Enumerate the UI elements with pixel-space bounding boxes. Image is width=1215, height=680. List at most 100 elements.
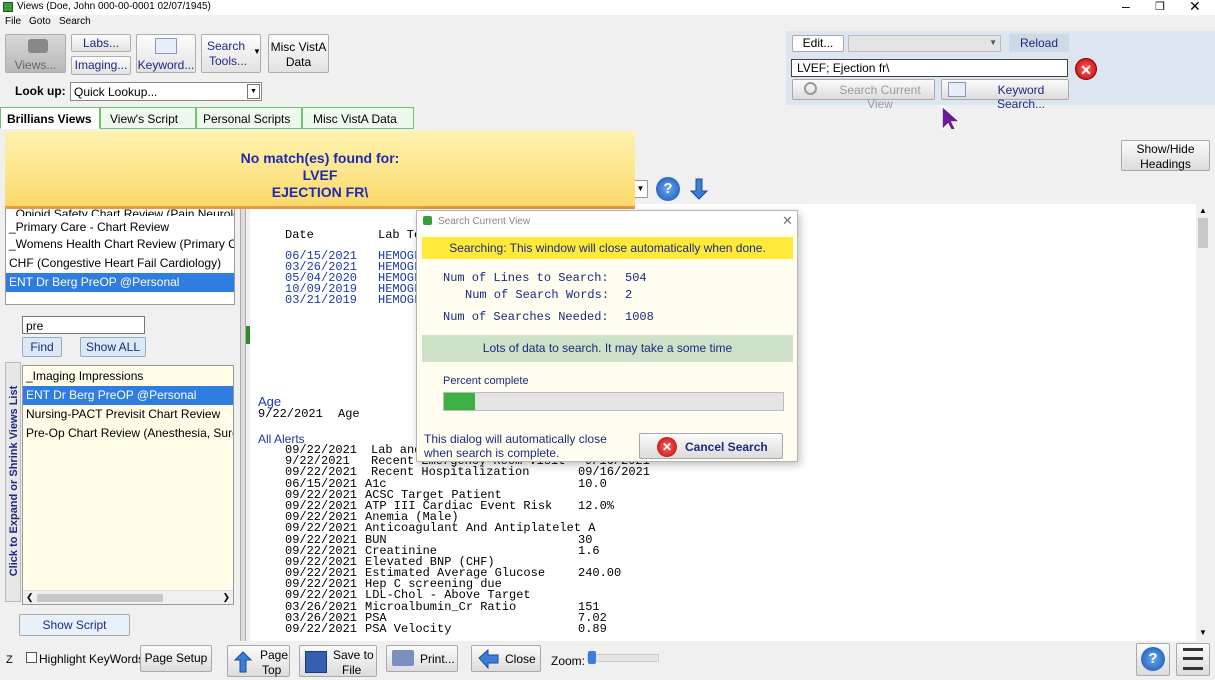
page-setup-button[interactable]: Page Setup — [140, 645, 212, 672]
edit-dropdown[interactable]: ▼ — [848, 35, 1001, 52]
scroll-thumb[interactable] — [37, 594, 163, 602]
help-button[interactable]: ? — [1136, 643, 1170, 676]
progress-fill — [444, 393, 475, 410]
dialog-title: Search Current View — [438, 216, 531, 227]
page-top-button[interactable]: Page Top — [227, 645, 290, 677]
cancel-search-button[interactable]: ✕ Cancel Search — [639, 433, 783, 459]
chevron-down-icon: ▼ — [253, 47, 261, 56]
list-item[interactable]: ENT Dr Berg PreOP @Personal — [23, 386, 233, 405]
print-label: Print... — [420, 652, 455, 666]
highlight-checkbox[interactable] — [26, 652, 37, 663]
clear-search-icon[interactable]: ✕ — [1075, 58, 1097, 80]
save-line2: File — [342, 663, 362, 677]
show-script-button[interactable]: Show Script — [19, 614, 130, 636]
tab-views-script[interactable]: View's Script — [100, 107, 196, 129]
search-input-value: LVEF; Ejection fr\ — [797, 61, 890, 75]
reload-button[interactable]: Reload — [1009, 34, 1069, 52]
tab-brillians-views[interactable]: Brillians Views — [0, 107, 100, 129]
list-item[interactable]: ENT Dr Berg PreOP @Personal — [6, 273, 234, 292]
search-input[interactable]: LVEF; Ejection fr\ — [791, 59, 1068, 77]
close-label: Close — [505, 652, 536, 666]
views-button[interactable]: Views... — [5, 34, 66, 73]
expand-shrink-toggle[interactable]: Click to Expand or Shrink Views List — [5, 362, 21, 602]
misc-vista-button[interactable]: Misc VistA Data — [268, 34, 329, 73]
find-button[interactable]: Find — [22, 337, 62, 357]
filter-input[interactable]: pre — [22, 316, 145, 334]
scroll-up-icon[interactable]: ▲ — [1199, 206, 1207, 215]
zoom-label: Zoom: — [551, 654, 586, 668]
imaging-label: Imaging... — [74, 58, 128, 72]
close-window-button[interactable]: ✕ — [1189, 0, 1201, 15]
auto-close-line1: This dialog will automatically close — [424, 432, 607, 446]
lines-label: Num of Lines to Search: — [443, 271, 609, 285]
window-title: Views (Doe, John 000-00-0001 02/07/1945) — [17, 1, 211, 12]
dialog-status: Searching: This window will close automa… — [422, 237, 793, 259]
zoom-slider[interactable] — [587, 651, 659, 664]
edit-button[interactable]: Edit... — [792, 35, 844, 52]
print-button[interactable]: Print... — [386, 645, 458, 672]
z-label: Z — [6, 654, 13, 666]
scroll-right-icon[interactable]: ❯ — [222, 592, 230, 603]
close-button[interactable]: Close — [471, 645, 541, 672]
list-item[interactable]: Nursing-PACT Previsit Chart Review — [23, 405, 233, 424]
zoom-dropdown[interactable]: ▼ — [633, 180, 648, 198]
save-line1: Save to — [333, 648, 374, 662]
save-to-file-button[interactable]: Save to File — [299, 645, 377, 677]
menu-file[interactable]: File — [5, 16, 21, 27]
scroll-left-icon[interactable]: ❮ — [26, 592, 34, 603]
notice-line1: No match(es) found for: — [240, 150, 400, 166]
horizontal-scrollbar[interactable]: ❮ ❯ — [23, 590, 233, 604]
dialog-close-icon[interactable]: ✕ — [782, 213, 793, 229]
misc-vista-line2: Data — [285, 55, 312, 69]
page-top-line1: Page — [260, 648, 289, 662]
lock-icon — [423, 216, 432, 225]
vertical-scrollbar[interactable]: ▲ ▼ — [1196, 204, 1210, 641]
search-current-view-button[interactable]: Search Current View — [792, 79, 935, 111]
keyword-button[interactable]: Keyword... — [136, 34, 196, 73]
tab-personal-scripts[interactable]: Personal Scripts — [196, 107, 302, 129]
dialog-title-bar: Search Current View ✕ — [417, 211, 797, 232]
menu-goto[interactable]: Goto — [29, 16, 51, 27]
restore-button[interactable]: ❐ — [1155, 0, 1165, 13]
filter-value: pre — [26, 319, 44, 333]
search-tools-line2: Tools... — [209, 54, 248, 68]
show-all-button[interactable]: Show ALL — [80, 337, 146, 357]
minimize-button[interactable]: – — [1122, 0, 1130, 14]
lines-value: 504 — [625, 271, 647, 285]
labs-button[interactable]: Labs... — [71, 34, 131, 52]
search-tools-button[interactable]: Search Tools... ▼ — [201, 34, 261, 73]
show-hide-headings-button[interactable]: Show/Hide Headings — [1121, 140, 1210, 171]
list-item[interactable]: CHF (Congestive Heart Fail Cardiology) — [6, 254, 234, 273]
back-arrow-icon — [478, 648, 499, 670]
scroll-down-icon[interactable]: ▼ — [1199, 628, 1207, 637]
lookup-select[interactable]: Quick Lookup... ▼ — [70, 82, 262, 101]
search-dialog: Search Current View ✕ Searching: This wi… — [416, 210, 798, 462]
labs-label: Labs... — [82, 36, 120, 50]
imaging-button[interactable]: Imaging... — [71, 56, 131, 75]
arrow-down-icon[interactable] — [687, 177, 711, 201]
highlight-label[interactable]: Highlight KeyWords — [39, 652, 144, 666]
keyword-search-button[interactable]: Keyword Search... — [941, 79, 1069, 111]
floppy-icon — [305, 651, 327, 673]
age-label: Age — [338, 407, 360, 421]
splitter[interactable] — [240, 205, 246, 641]
menu-list-button[interactable] — [1176, 643, 1210, 676]
searches-value: 1008 — [625, 310, 654, 324]
list-item[interactable]: _Primary Care - Chart Review — [6, 216, 234, 235]
list-item[interactable]: Pre-Op Chart Review (Anesthesia, Surgery — [23, 424, 233, 443]
show-hide-line1: Show/Hide — [1136, 142, 1195, 156]
list-item[interactable]: _Imaging Impressions — [23, 367, 233, 386]
list-item[interactable]: _Womens Health Chart Review (Primary Car… — [6, 235, 234, 254]
show-hide-line2: Headings — [1140, 157, 1191, 171]
scroll-thumb[interactable] — [1198, 218, 1208, 248]
search-current-view-label: Search Current View — [839, 83, 921, 111]
page-top-line2: Top — [262, 663, 282, 677]
menu-search[interactable]: Search — [59, 16, 91, 27]
searches-label: Num of Searches Needed: — [443, 310, 609, 324]
tab-misc-vista-data[interactable]: Misc VistA Data — [302, 107, 414, 129]
notice-line3: EJECTION FR\ — [271, 184, 369, 200]
printer-icon — [392, 650, 414, 666]
progress-bar — [443, 392, 784, 411]
zoom-slider-thumb[interactable] — [588, 651, 596, 664]
help-icon[interactable]: ? — [656, 177, 680, 201]
